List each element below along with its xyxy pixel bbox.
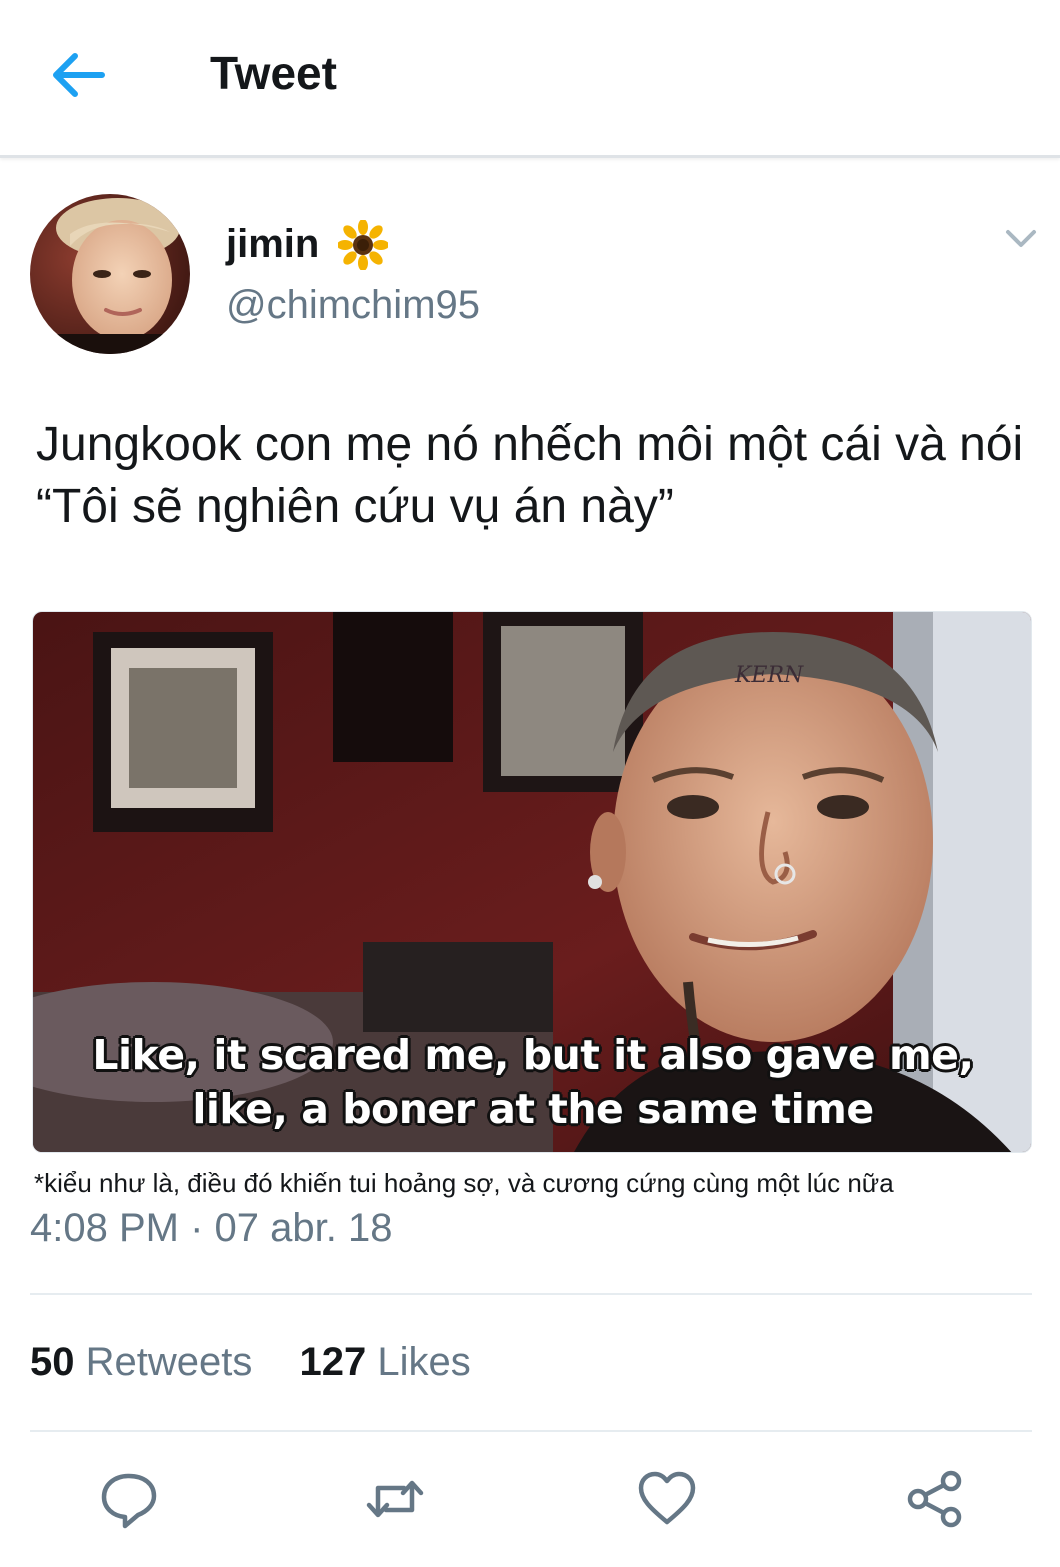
top-bar: Tweet	[0, 0, 1060, 158]
media-subtitles: Like, it scared me, but it also gave me,…	[33, 1028, 1031, 1136]
tweet-media[interactable]: KERN Like, it scared me, but it also gav…	[32, 611, 1032, 1153]
tweet-timestamp[interactable]: 4:08 PM · 07 abr. 18	[30, 1206, 392, 1251]
back-button[interactable]	[50, 50, 108, 100]
more-options-button[interactable]	[1000, 222, 1042, 256]
arrow-left-icon	[53, 53, 105, 97]
reply-icon	[101, 1473, 157, 1529]
likes-count: 127	[299, 1340, 367, 1384]
chevron-down-icon	[1006, 230, 1036, 247]
subtitle-line: Like, it scared me, but it also gave me,	[92, 1031, 974, 1079]
subtitle-line: like, a boner at the same time	[192, 1085, 874, 1133]
divider	[30, 1430, 1032, 1432]
likes-label: Likes	[377, 1340, 471, 1384]
retweets-stat[interactable]: 50 Retweets	[30, 1340, 252, 1385]
share-button[interactable]	[904, 1468, 966, 1530]
user-handle[interactable]: @chimchim95	[226, 283, 480, 328]
likes-stat[interactable]: 127 Likes	[300, 1340, 471, 1385]
like-button[interactable]	[636, 1468, 698, 1530]
reply-button[interactable]	[98, 1468, 160, 1530]
tweet-text: Jungkook con mẹ nó nhếch môi một cái và …	[36, 418, 1024, 533]
display-name[interactable]: jimin	[226, 222, 319, 267]
retweet-icon	[366, 1480, 424, 1518]
share-icon	[907, 1470, 962, 1528]
sunflower-icon	[338, 220, 388, 270]
translation-caption: *kiểu như là, điều đó khiến tui hoảng sợ…	[34, 1168, 894, 1198]
svg-text:KERN: KERN	[734, 663, 804, 688]
page-title: Tweet	[210, 47, 337, 99]
divider	[30, 1293, 1032, 1295]
retweets-label: Retweets	[85, 1340, 253, 1384]
tweet-stats: 50 Retweets 127 Likes	[30, 1340, 507, 1385]
retweet-button[interactable]	[364, 1468, 426, 1530]
heart-icon	[638, 1471, 696, 1525]
avatar[interactable]	[30, 194, 190, 354]
retweets-count: 50	[30, 1340, 75, 1384]
